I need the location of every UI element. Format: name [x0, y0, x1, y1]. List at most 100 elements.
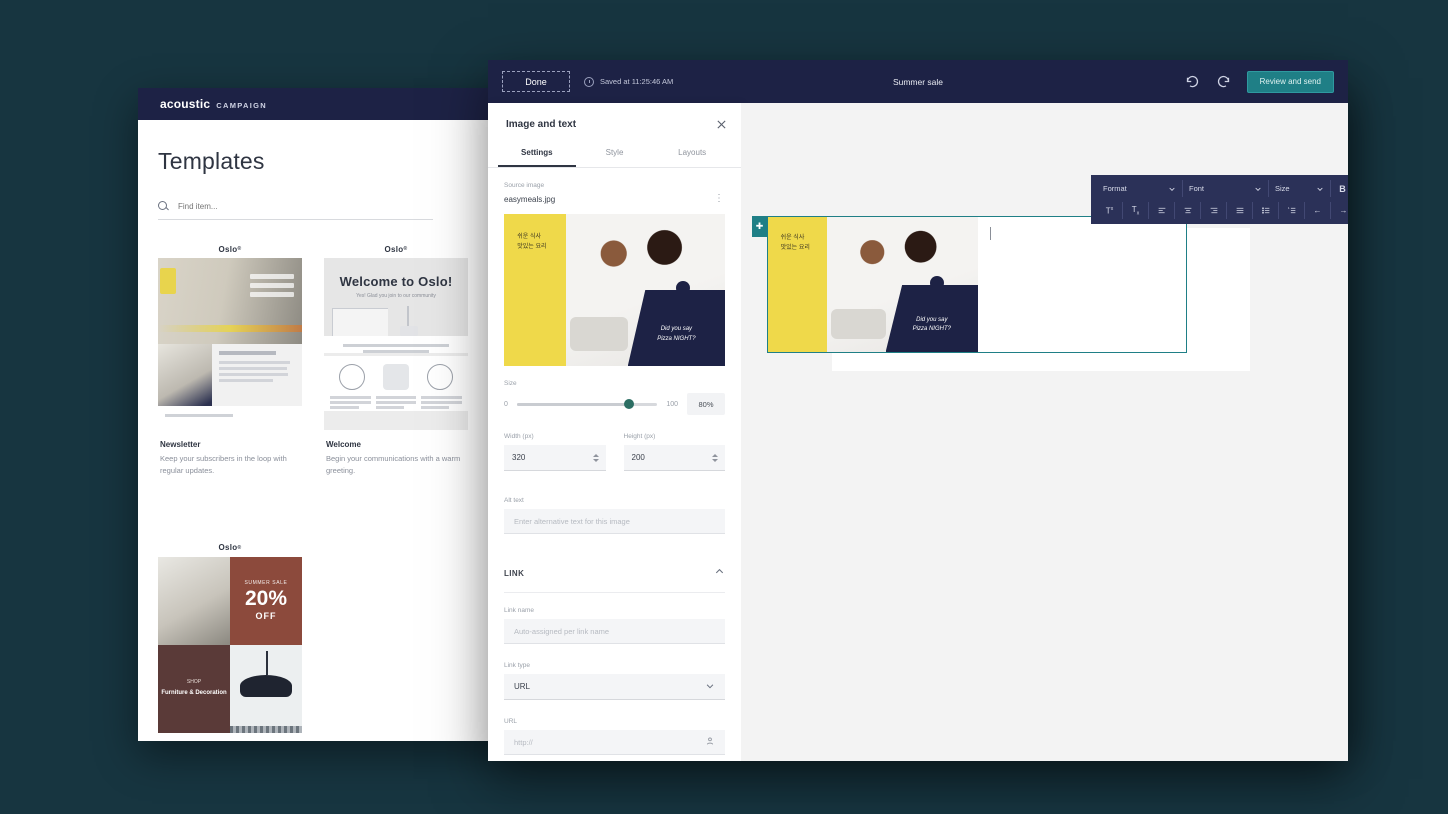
width-label: Width (px) — [504, 433, 534, 440]
size-value[interactable]: 80% — [687, 393, 725, 415]
width-field: Width (px) 320 — [504, 433, 606, 471]
review-and-send-button[interactable]: Review and send — [1246, 70, 1334, 93]
block-image[interactable]: 쉬운 식사 맛있는 요리 Did you say Pizza NIGHT? — [768, 217, 978, 352]
card-title: Welcome — [326, 440, 361, 449]
acoustic-logo[interactable]: acoustic — [160, 97, 210, 111]
link-section-header[interactable]: LINK — [504, 564, 725, 593]
size-slider-knob[interactable] — [624, 399, 635, 409]
size-slider[interactable] — [516, 399, 658, 409]
card-artwork: SUMMER SALE 20% OFF SHOP Furniture & Dec… — [158, 556, 302, 733]
tab-layouts[interactable]: Layouts — [653, 148, 731, 167]
chevron-up-icon[interactable] — [714, 564, 725, 582]
drag-handle-icon[interactable]: ✚ — [752, 216, 767, 237]
link-type-field: Link type URL — [504, 662, 725, 700]
format-select[interactable]: Format — [1097, 180, 1183, 197]
personalization-icon[interactable] — [705, 736, 715, 748]
superscript-icon[interactable]: Tx — [1097, 202, 1123, 219]
card-description: Keep your subscribers in the loop with r… — [160, 454, 287, 475]
feature-icon-chat — [339, 364, 365, 390]
panel-title: Image and text — [506, 119, 577, 130]
card-artwork: Welcome to Oslo! Yes! Glad you join to o… — [324, 258, 468, 430]
image-and-text-panel: Image and text Settings Style Layouts So… — [488, 103, 741, 761]
align-right-icon[interactable] — [1201, 202, 1227, 219]
alt-text-input[interactable]: Enter alternative text for this image — [504, 509, 725, 534]
link-name-field: Link name Auto-assigned per link name — [504, 607, 725, 644]
height-stepper[interactable]: 200 — [623, 445, 725, 471]
template-card-template1[interactable]: Oslo ® SUMMER SALE 20% OFF SHOP Furniture… — [158, 538, 302, 741]
rich-text-toolbar: Format Font Size B I U — [1091, 175, 1348, 224]
search-input[interactable] — [178, 202, 433, 211]
bold-icon[interactable]: B — [1331, 180, 1348, 197]
link-section-title: LINK — [504, 568, 525, 578]
numbered-list-icon[interactable]: 1 — [1279, 202, 1305, 219]
template-card-welcome[interactable]: Oslo ® Welcome to Oslo! Yes! Glad you joi… — [324, 240, 468, 523]
card-hero-headline: Welcome to Oslo! — [339, 274, 453, 289]
url-placeholder: http:// — [514, 737, 533, 747]
width-stepper[interactable]: 320 — [504, 445, 606, 471]
font-select-label: Font — [1189, 184, 1205, 193]
height-stepper-arrows[interactable] — [712, 453, 718, 462]
height-field: Height (px) 200 — [623, 433, 725, 471]
chevron-down-icon — [705, 681, 715, 693]
source-image-row: easymeals.jpg ⋮ — [504, 194, 725, 204]
link-name-input[interactable]: Auto-assigned per link name — [504, 619, 725, 644]
card-badge: Oslo ® — [158, 240, 302, 258]
editor-topbar: Done Saved at 11:25:46 AM Summer sale Re… — [488, 60, 1348, 103]
tab-settings[interactable]: Settings — [498, 148, 576, 167]
align-left-icon[interactable] — [1149, 202, 1175, 219]
outdent-icon[interactable]: ← — [1305, 202, 1331, 219]
card-hero-subtext: Yes! Glad you join to our community — [356, 293, 436, 299]
panel-body: Source image easymeals.jpg ⋮ 쉬운 식사 맛있는 요… — [488, 168, 741, 755]
promo-sub-text: Furniture & Decoration — [161, 690, 227, 697]
card-badge: Oslo ® — [158, 538, 302, 557]
saved-status: Saved at 11:25:46 AM — [584, 76, 674, 87]
card-badge-label: Oslo — [384, 244, 404, 254]
source-image-filename[interactable]: easymeals.jpg — [504, 195, 555, 204]
done-button[interactable]: Done — [502, 71, 570, 92]
height-value: 200 — [631, 453, 645, 462]
template-card-newsletter[interactable]: Oslo ® Newsletter Keep your subscribers … — [158, 240, 302, 523]
panel-tabs: Settings Style Layouts — [488, 148, 741, 168]
svg-text:1: 1 — [1287, 206, 1289, 210]
editor-window: Done Saved at 11:25:46 AM Summer sale Re… — [488, 60, 1348, 761]
close-icon[interactable] — [716, 117, 727, 129]
card-title: Newsletter — [160, 440, 201, 449]
align-justify-icon[interactable] — [1227, 202, 1253, 219]
format-select-label: Format — [1103, 184, 1127, 193]
saved-status-label: Saved at 11:25:46 AM — [600, 77, 674, 86]
tab-style[interactable]: Style — [576, 148, 654, 167]
alt-text-label: Alt text — [504, 497, 524, 504]
search-icon — [158, 201, 169, 212]
dimensions-row: Width (px) 320 Height (px) 200 — [504, 433, 725, 471]
link-type-select[interactable]: URL — [504, 674, 725, 700]
redo-icon[interactable] — [1216, 74, 1231, 89]
width-stepper-arrows[interactable] — [592, 453, 599, 462]
image-preview[interactable]: 쉬운 식사 맛있는 요리 Did you say Pizza NIGHT? — [504, 214, 725, 366]
size-min-label: 0 — [504, 400, 508, 408]
bullet-list-icon[interactable] — [1253, 202, 1279, 219]
height-label: Height (px) — [623, 433, 656, 440]
subscript-icon[interactable]: Tx — [1123, 202, 1149, 219]
promo-eyebrow: SUMMER SALE — [244, 580, 288, 587]
width-value: 320 — [512, 453, 526, 462]
link-type-label: Link type — [504, 662, 531, 669]
search-bar[interactable] — [158, 201, 433, 220]
align-center-icon[interactable] — [1175, 202, 1201, 219]
block-text-area[interactable] — [978, 217, 1186, 352]
promo-discount: 20% — [244, 587, 288, 611]
font-select[interactable]: Font — [1183, 180, 1269, 197]
url-field: URL http:// — [504, 718, 725, 755]
card-badge-label: Oslo — [218, 543, 238, 553]
size-select[interactable]: Size — [1269, 180, 1331, 197]
url-input[interactable]: http:// — [504, 730, 725, 755]
feature-icon-shelf — [383, 364, 409, 390]
image-overlay-korean: 쉬운 식사 맛있는 요리 — [517, 234, 547, 251]
block-image-korean-text: 쉬운 식사 맛있는 요리 — [780, 235, 810, 252]
campaign-label: CAMPAIGN — [216, 101, 267, 110]
indent-icon[interactable]: → — [1331, 202, 1348, 219]
selected-content-block[interactable]: ✚ 쉬운 식사 맛있는 요리 Did you say Pizza NIGHT? — [752, 196, 1187, 353]
size-label: Size — [504, 380, 517, 387]
kebab-menu-icon[interactable]: ⋮ — [714, 194, 725, 204]
undo-icon[interactable] — [1185, 74, 1200, 89]
text-caret — [990, 227, 991, 240]
